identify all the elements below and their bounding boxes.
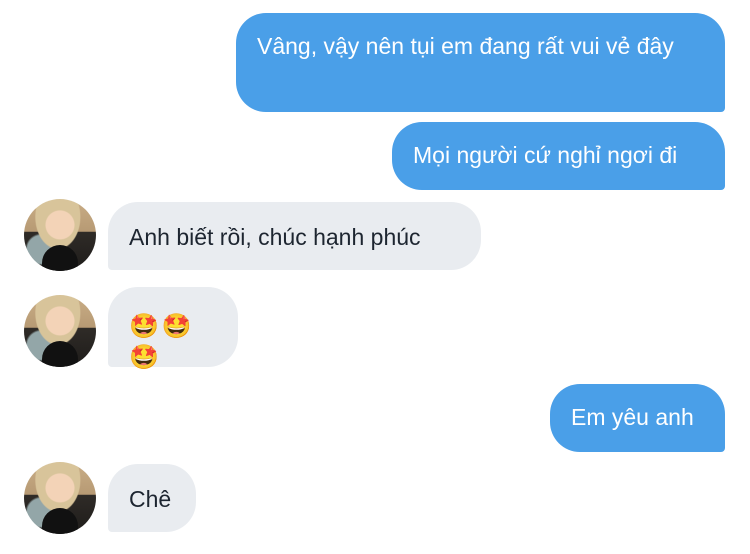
message-outgoing[interactable]: Em yêu anh xyxy=(550,384,725,452)
contact-avatar[interactable] xyxy=(24,199,96,271)
message-outgoing[interactable]: Vâng, vậy nên tụi em đang rất vui vẻ đây xyxy=(236,13,725,112)
contact-avatar[interactable] xyxy=(24,295,96,367)
message-incoming-emoji[interactable]: 🤩🤩🤩 xyxy=(108,287,238,371)
contact-avatar[interactable] xyxy=(24,462,96,534)
message-outgoing[interactable]: Mọi người cứ nghỉ ngơi đi xyxy=(392,122,725,190)
message-incoming[interactable]: Anh biết rồi, chúc hạnh phúc xyxy=(108,202,481,270)
message-incoming[interactable]: Chê xyxy=(108,464,196,532)
